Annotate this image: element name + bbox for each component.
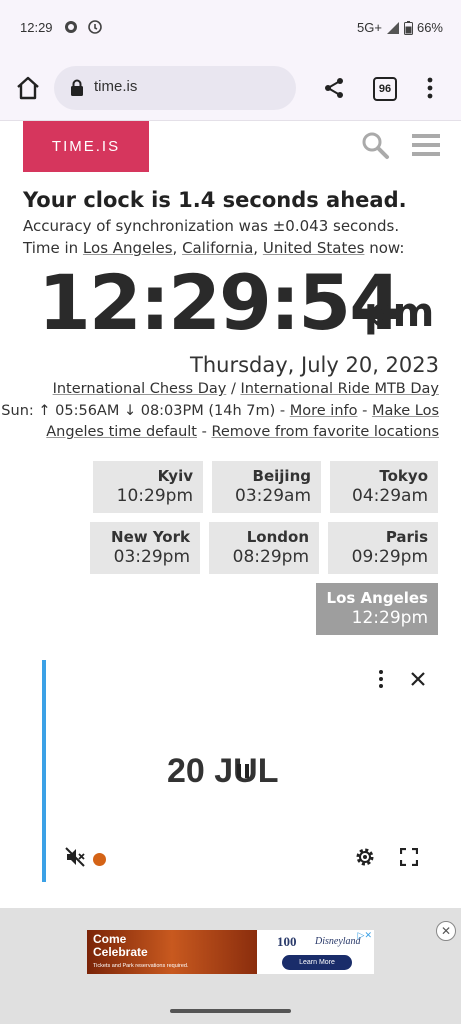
city-time: 04:29am	[352, 486, 428, 506]
city-time: 03:29am	[235, 486, 311, 506]
banner-brand-logo: Disneyland	[315, 936, 361, 947]
pause-icon[interactable]	[236, 764, 250, 778]
home-icon[interactable]	[14, 74, 42, 102]
alarm-icon	[88, 20, 102, 34]
ad-choices-icon[interactable]: ▷✕	[358, 931, 372, 941]
city-link[interactable]: Los Angeles	[83, 239, 173, 257]
state-link[interactable]: California	[182, 239, 253, 257]
sun-times: Sun: ↑ 05:56AM ↓ 08:03PM (14h 7m) -	[1, 403, 290, 419]
share-icon[interactable]	[320, 74, 348, 102]
banner-headline: Come Celebrate	[93, 932, 148, 959]
observance-separator: /	[226, 381, 241, 397]
status-bar: 12:29 5G+ 66%	[0, 0, 461, 56]
remove-favorite-link[interactable]: Remove from favorite locations	[211, 424, 439, 440]
more-info-link[interactable]: More info	[290, 403, 358, 419]
battery-icon	[403, 20, 413, 35]
fullscreen-icon[interactable]	[400, 848, 418, 866]
city-name: London	[246, 528, 309, 546]
main-clock: 12:29:54	[38, 258, 402, 347]
ad-more-icon[interactable]	[376, 668, 386, 690]
site-logo[interactable]: TIME.IS	[23, 121, 149, 172]
city-tile-beijing[interactable]: Beijing 03:29am	[212, 461, 321, 513]
gesture-bar[interactable]	[170, 1009, 291, 1013]
city-time: 12:29pm	[351, 608, 428, 628]
city-time: 09:29pm	[351, 547, 428, 567]
banner-brand-panel: 100 Disneyland ▷✕ Learn More	[257, 930, 374, 974]
address-bar[interactable]: time.is	[54, 66, 296, 110]
city-tile-london[interactable]: London 08:29pm	[209, 522, 319, 574]
status-right: 5G+ 66%	[357, 20, 443, 35]
overflow-menu-icon[interactable]	[420, 74, 440, 102]
network-label: 5G+	[357, 20, 382, 35]
city-time: 03:29pm	[113, 547, 190, 567]
city-tile-new-york[interactable]: New York 03:29pm	[90, 522, 200, 574]
location-line: Time in Los Angeles, California, United …	[23, 239, 405, 257]
make-default-link-part2[interactable]: Angeles time default	[46, 424, 197, 440]
banner-ad[interactable]: Come Celebrate Tickets and Park reservati…	[87, 930, 374, 974]
lock-icon	[71, 79, 83, 96]
video-ad-text: 20 JUL	[167, 752, 279, 790]
city-tile-tokyo[interactable]: Tokyo 04:29am	[330, 461, 438, 513]
banner-fineprint: Tickets and Park reservations required.	[93, 963, 189, 969]
observance-link-chess[interactable]: International Chess Day	[53, 381, 227, 397]
city-name: New York	[111, 528, 190, 546]
progress-dot[interactable]	[93, 853, 106, 866]
sun-dash: -	[357, 403, 372, 419]
clock-ampm: pm	[364, 290, 435, 336]
tab-switcher-button[interactable]: 96	[373, 77, 397, 101]
signal-icon	[386, 21, 399, 34]
hamburger-menu-icon[interactable]	[412, 134, 440, 156]
city-name: Paris	[385, 528, 428, 546]
sun-line-2: Angeles time default - Remove from favor…	[46, 424, 439, 440]
observance-link-mtb[interactable]: International Ride MTB Day	[240, 381, 439, 397]
accuracy-text: Accuracy of synchronization was ±0.043 s…	[23, 217, 400, 235]
city-name: Beijing	[252, 467, 311, 485]
ad-close-icon[interactable]	[409, 670, 427, 688]
city-tile-kyiv[interactable]: Kyiv 10:29pm	[93, 461, 203, 513]
url-text: time.is	[94, 78, 138, 95]
observances-line: International Chess Day / International …	[53, 381, 439, 397]
make-default-link-part1[interactable]: Make Los	[372, 403, 439, 419]
city-tile-paris[interactable]: Paris 09:29pm	[328, 522, 438, 574]
city-name: Tokyo	[379, 467, 428, 485]
learn-more-button[interactable]: Learn More	[282, 955, 352, 970]
city-tile-los-angeles[interactable]: Los Angeles 12:29pm	[316, 583, 438, 635]
country-link[interactable]: United States	[263, 239, 365, 257]
sun-line: Sun: ↑ 05:56AM ↓ 08:03PM (14h 7m) - More…	[1, 403, 439, 419]
time-in-label: Time in	[23, 239, 83, 257]
sync-headline: Your clock is 1.4 seconds ahead.	[23, 188, 407, 212]
city-time: 10:29pm	[116, 486, 193, 506]
city-name: Los Angeles	[326, 589, 428, 607]
banner-image: Come Celebrate Tickets and Park reservati…	[87, 930, 257, 974]
city-time: 08:29pm	[232, 547, 309, 567]
status-time: 12:29	[20, 20, 53, 35]
search-icon[interactable]	[360, 130, 390, 160]
current-date: Thursday, July 20, 2023	[190, 353, 439, 377]
mute-icon[interactable]	[64, 846, 86, 868]
settings-gear-icon[interactable]	[354, 846, 376, 868]
now-label: now:	[364, 239, 405, 257]
video-ad[interactable]: 20 JUL	[42, 660, 461, 882]
banner-100-logo: 100	[277, 934, 297, 949]
battery-label: 66%	[416, 20, 443, 35]
browser-toolbar: time.is 96	[0, 56, 461, 121]
banner-close-button[interactable]: ✕	[436, 921, 456, 941]
city-name: Kyiv	[157, 467, 193, 485]
brightness-icon	[65, 21, 77, 33]
